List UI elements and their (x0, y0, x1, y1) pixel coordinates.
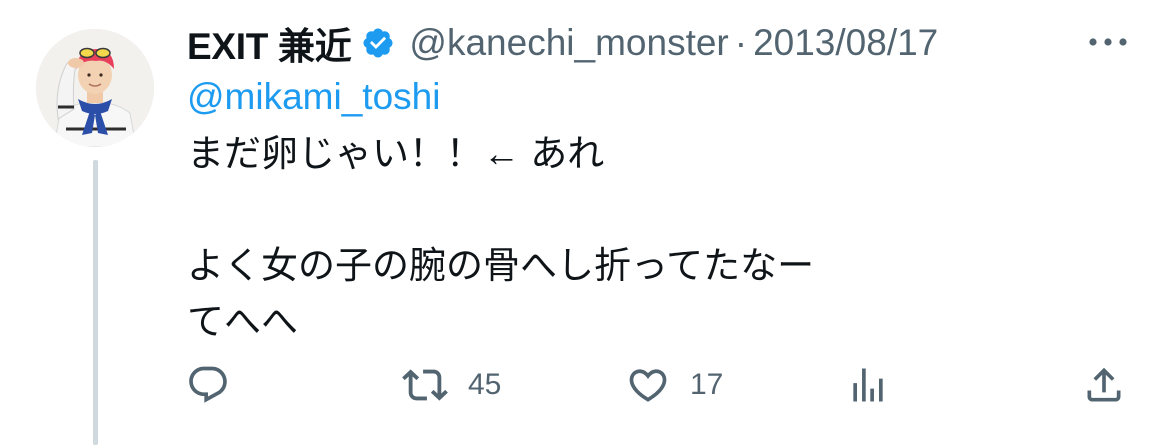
tweet-date[interactable]: 2013/08/17 (753, 22, 938, 64)
retweet-count: 45 (468, 368, 502, 401)
replying-to-mention[interactable]: @mikami_toshi (187, 76, 440, 118)
tweet-actions-bar: 45 17 (186, 360, 1131, 410)
tweet-text: まだ卵じゃい！！← あれ よく女の子の腕の骨へし折ってたなー てへへ (187, 126, 1107, 350)
tweet-header: EXIT 兼近 @kanechi_monster · 2013/08/17 (187, 18, 938, 68)
share-icon (1082, 363, 1126, 407)
author-handle[interactable]: @kanechi_monster (409, 22, 728, 64)
author-avatar[interactable] (36, 29, 154, 147)
retweet-icon (402, 362, 448, 408)
tweet-text-line: よく女の子の腕の骨へし折ってたなー (187, 245, 815, 286)
tweet-text-line (187, 182, 1107, 238)
views-button[interactable] (846, 360, 910, 410)
avatar-photo (36, 29, 154, 147)
tweet-text-line: まだ卵じゃい！！← あれ (187, 133, 605, 174)
header-separator: · (734, 22, 748, 63)
reply-icon (186, 363, 230, 407)
more-icon[interactable] (1086, 30, 1130, 54)
heart-icon (626, 363, 670, 407)
analytics-icon (846, 363, 890, 407)
thread-connector-line (93, 160, 98, 445)
share-button[interactable] (1082, 360, 1126, 410)
tweet[interactable]: EXIT 兼近 @kanechi_monster · 2013/08/17 @m… (0, 0, 1170, 445)
like-button[interactable]: 17 (626, 360, 723, 410)
like-count: 17 (690, 368, 724, 401)
reply-button[interactable] (186, 360, 250, 410)
verified-badge-icon (361, 26, 395, 60)
author-display-name[interactable]: EXIT 兼近 (187, 16, 352, 70)
tweet-text-line: てへへ (187, 301, 298, 342)
retweet-button[interactable]: 45 (402, 360, 501, 410)
